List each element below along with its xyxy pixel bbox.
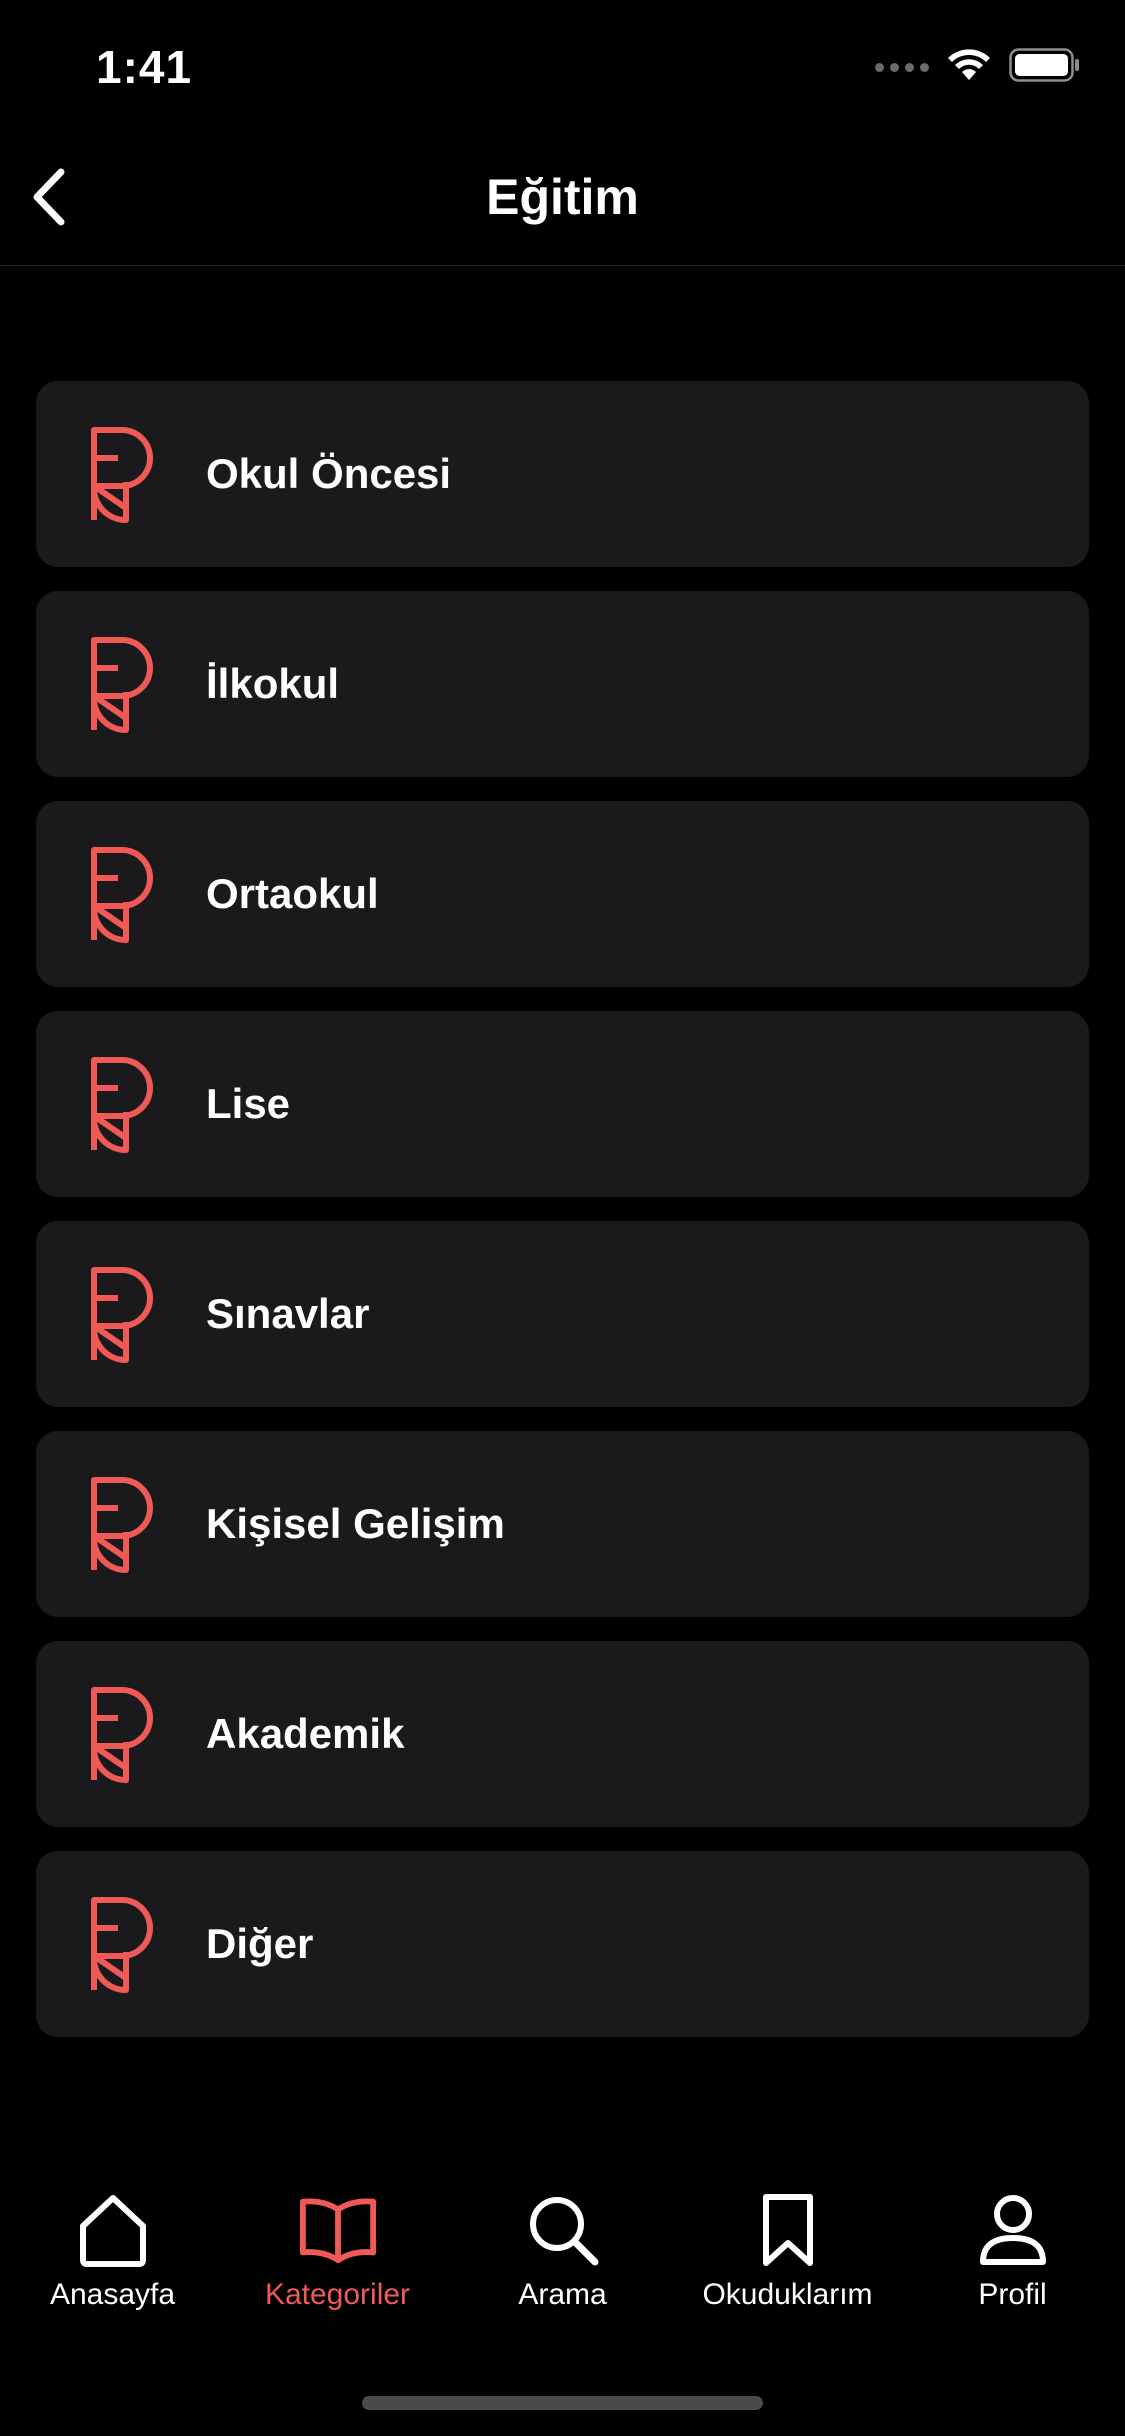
book-logo-icon: [88, 424, 158, 524]
category-item-diger[interactable]: Diğer: [36, 1851, 1089, 2037]
category-label: Ortaokul: [206, 870, 379, 917]
wifi-icon: [947, 48, 991, 87]
category-label: Lise: [206, 1080, 291, 1127]
category-item-lise[interactable]: Lise: [36, 1011, 1089, 1197]
tab-arama[interactable]: Arama: [450, 2190, 675, 2350]
navigation-bar: Eğitim: [0, 132, 1125, 266]
battery-icon: [1009, 48, 1081, 87]
category-label: Sınavlar: [206, 1290, 370, 1337]
tab-label: Arama: [518, 2278, 607, 2311]
book-logo-icon: [88, 1684, 158, 1784]
book-logo-icon: [88, 844, 158, 944]
status-time: 1:41: [96, 41, 193, 93]
tab-kategoriler[interactable]: Kategoriler: [225, 2190, 450, 2350]
tab-anasayfa[interactable]: Anasayfa: [0, 2190, 225, 2350]
status-bar: 1:41: [0, 0, 1125, 132]
book-logo-icon: [88, 1264, 158, 1364]
book-logo-icon: [88, 1054, 158, 1154]
page-title: Eğitim: [486, 169, 639, 225]
category-label: Okul Öncesi: [206, 450, 452, 497]
tab-okuduklarim[interactable]: Okuduklarım: [675, 2190, 900, 2350]
category-item-sinavlar[interactable]: Sınavlar: [36, 1221, 1089, 1407]
category-item-ortaokul[interactable]: Ortaokul: [36, 801, 1089, 987]
search-icon: [523, 2190, 603, 2270]
status-indicators: [875, 48, 1081, 87]
home-indicator[interactable]: [362, 2396, 763, 2410]
category-item-akademik[interactable]: Akademik: [36, 1641, 1089, 1827]
category-label: İlkokul: [206, 660, 340, 707]
bookmark-icon: [748, 2190, 828, 2270]
tab-label: Kategoriler: [264, 2278, 411, 2311]
category-label: Diğer: [206, 1920, 314, 1967]
book-logo-icon: [88, 1894, 158, 1994]
cellular-signal-icon: [875, 63, 929, 72]
book-logo-icon: [88, 634, 158, 734]
category-item-okul-oncesi[interactable]: Okul Öncesi: [36, 381, 1089, 567]
home-icon: [73, 2190, 153, 2270]
book-logo-icon: [88, 1474, 158, 1574]
tab-bar: Anasayfa Kategoriler Arama Okuduklarım P…: [0, 2190, 1125, 2350]
category-list: Okul Öncesi İlkokul Ortaokul Lise Sınavl…: [36, 381, 1089, 2061]
open-book-icon: [298, 2190, 378, 2270]
category-item-ilkokul[interactable]: İlkokul: [36, 591, 1089, 777]
tab-label: Anasayfa: [49, 2278, 176, 2311]
tab-profil[interactable]: Profil: [900, 2190, 1125, 2350]
tab-label: Profil: [978, 2278, 1047, 2311]
user-icon: [973, 2190, 1053, 2270]
category-item-kisisel-gelisim[interactable]: Kişisel Gelişim: [36, 1431, 1089, 1617]
category-label: Kişisel Gelişim: [206, 1500, 505, 1547]
tab-label: Okuduklarım: [702, 2278, 873, 2311]
category-label: Akademik: [206, 1710, 405, 1757]
